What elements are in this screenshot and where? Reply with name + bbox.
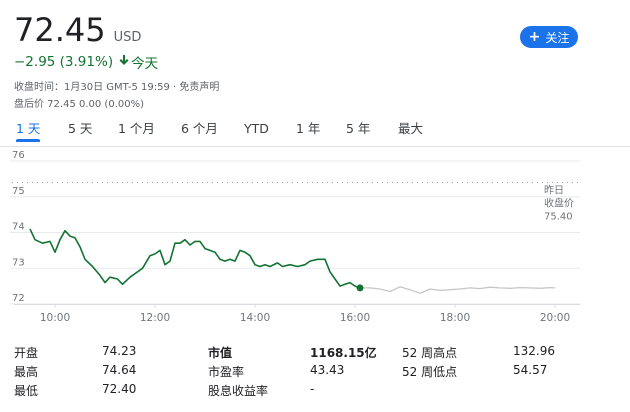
current-price: 72.45	[14, 11, 106, 49]
after-hours-info: 盘后价 72.45 0.00 (0.00%)	[14, 99, 144, 110]
x-tick-label: 10:00	[40, 312, 70, 324]
tab-1-day[interactable]: 1 天	[16, 120, 41, 142]
y-tick-label: 76	[12, 150, 25, 161]
y-tick-label: 72	[12, 293, 25, 304]
stat-value: 74.23	[102, 344, 137, 358]
stat-value: 54.57	[513, 363, 548, 377]
previous-close-value: 75.40	[544, 211, 573, 222]
previous-close-label: 收盘价	[544, 196, 574, 209]
x-tick-label: 14:00	[240, 312, 270, 324]
y-tick-label: 74	[12, 222, 25, 233]
disclaimer-link[interactable]: 免责声明	[179, 82, 219, 93]
stat-value: 72.40	[102, 382, 137, 396]
key-stats: 开盘 74.23 市值 1168.15亿 52 周高点 132.96 最高 74.64 市盈率 4…	[0, 340, 630, 412]
arrow-down-icon	[119, 54, 129, 70]
stat-label: 52 周高点	[402, 346, 458, 360]
change-value: −2.95 (3.91%)	[14, 54, 114, 70]
follow-button-label: 关注	[545, 30, 570, 45]
stat-value: 132.96	[513, 344, 555, 358]
tab-1-month[interactable]: 1 个月	[118, 120, 155, 142]
range-tabs: 1 天 5 天 1 个月 6 个月 YTD 1 年 5 年 最大	[0, 120, 630, 146]
stat-value: 74.64	[102, 363, 137, 377]
close-marker	[356, 284, 364, 292]
tabs-divider	[0, 146, 630, 147]
previous-close-label: 昨日	[544, 184, 564, 196]
tab-1-year[interactable]: 1 年	[296, 120, 320, 142]
y-tick-label: 75	[12, 186, 25, 197]
tab-max[interactable]: 最大	[398, 120, 423, 142]
price-chart[interactable]: 72 73 74 75 76 昨日收盘价 75.40 10:00 12:00 14:00 16:00…	[0, 150, 630, 335]
currency-label: USD	[113, 30, 142, 45]
stat-label: 股息收益率	[208, 384, 269, 398]
stat-label: 最高	[14, 365, 39, 379]
close-info: 收盘时间：1月30日 GMT-5 19:59 · 免责声明	[14, 78, 219, 93]
x-tick-label: 18:00	[440, 312, 470, 324]
tab-5-years[interactable]: 5 年	[346, 120, 370, 142]
stat-label: 开盘	[14, 346, 39, 360]
stat-value: -	[310, 382, 315, 396]
stat-value: 1168.15亿	[310, 346, 377, 360]
stat-label: 市值	[208, 346, 233, 360]
close-time: 收盘时间：1月30日 GMT-5 19:59 ·	[14, 82, 180, 93]
change-period: 今天	[131, 56, 159, 72]
tab-5-days[interactable]: 5 天	[68, 120, 92, 142]
follow-button[interactable]: + 关注	[520, 26, 578, 48]
stat-label: 52 周低点	[402, 365, 458, 379]
price-change: −2.95 (3.91%) 今天	[14, 52, 158, 72]
tab-ytd[interactable]: YTD	[244, 120, 269, 142]
plus-icon: +	[528, 29, 541, 45]
x-tick-label: 16:00	[340, 312, 370, 324]
x-tick-label: 20:00	[540, 312, 570, 324]
y-tick-label: 73	[12, 257, 25, 268]
x-tick-label: 12:00	[140, 312, 170, 324]
after-hours-line	[360, 286, 556, 294]
regular-session-line	[29, 228, 361, 289]
stat-label: 市盈率	[208, 365, 245, 379]
stat-label: 最低	[14, 384, 39, 398]
stat-value: 43.43	[310, 363, 345, 377]
tab-6-months[interactable]: 6 个月	[181, 120, 218, 142]
price-row: 72.45 USD	[14, 12, 141, 48]
